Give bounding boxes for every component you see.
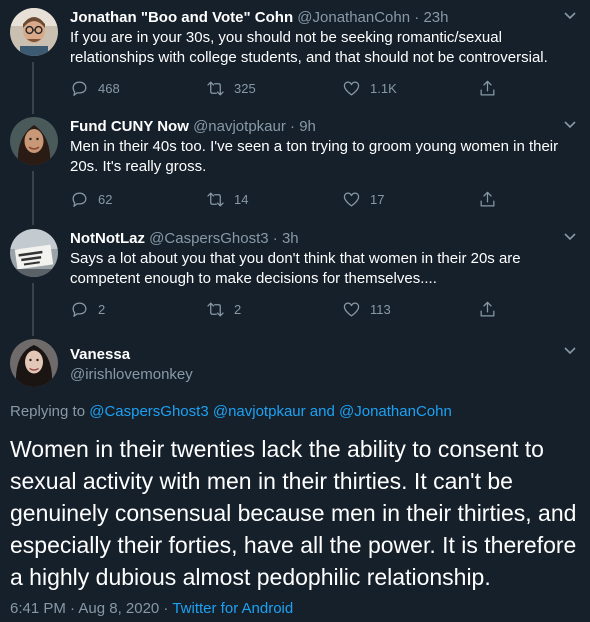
- heart-icon: [343, 192, 360, 206]
- avatar[interactable]: [10, 339, 58, 387]
- user-handle[interactable]: @irishlovemonkey: [70, 365, 193, 385]
- thread-connector: [32, 62, 34, 114]
- tweet-body: NotNotLaz @CaspersGhost3 · 3h Says a lot…: [70, 229, 575, 289]
- like-button[interactable]: 17: [342, 190, 478, 209]
- like-count: 113: [370, 301, 391, 317]
- retweet-count: 325: [234, 80, 256, 96]
- reply-count: 62: [98, 191, 113, 207]
- user-handle[interactable]: @JonathanCohn: [297, 9, 410, 26]
- share-button[interactable]: [478, 190, 506, 209]
- reply-count: 2: [98, 301, 106, 317]
- retweet-count: 2: [234, 301, 242, 317]
- share-icon: [480, 301, 495, 316]
- avatar[interactable]: [10, 229, 58, 277]
- retweet-icon: [207, 81, 224, 95]
- tweet-text: Women in their twenties lack the ability…: [10, 436, 577, 590]
- reply-icon: [72, 302, 87, 317]
- tweet-header: Fund CUNY Now @navjotpkaur · 9h: [70, 117, 575, 137]
- chevron-down-icon[interactable]: [560, 115, 580, 135]
- tweet-body: Fund CUNY Now @navjotpkaur · 9h Men in t…: [70, 117, 575, 177]
- thread-connector: [32, 171, 34, 225]
- retweet-count: 14: [234, 191, 249, 207]
- chevron-down-icon[interactable]: [560, 6, 580, 26]
- dot-separator: ·: [272, 230, 278, 247]
- chevron-down-icon[interactable]: [560, 341, 580, 361]
- retweet-button[interactable]: 14: [206, 190, 342, 209]
- display-name[interactable]: Vanessa: [70, 345, 130, 365]
- source-link[interactable]: Twitter for Android: [172, 600, 293, 617]
- share-button[interactable]: [478, 79, 506, 98]
- tweet-time[interactable]: 23h: [423, 9, 448, 26]
- chevron-down-icon[interactable]: [560, 227, 580, 247]
- display-name[interactable]: NotNotLaz: [70, 230, 145, 247]
- replying-label: Replying to: [10, 403, 86, 420]
- like-count: 1.1K: [370, 80, 397, 96]
- tweet-text: If you are in your 30s, you should not b…: [70, 29, 548, 66]
- heart-icon: [343, 81, 360, 95]
- share-button[interactable]: [478, 300, 506, 319]
- share-icon: [480, 80, 495, 95]
- timestamp[interactable]: 6:41 PM · Aug 8, 2020 ·: [10, 600, 168, 617]
- like-count: 17: [370, 191, 385, 207]
- tweet-actions: 468 325 1.1K: [70, 78, 510, 98]
- retweet-button[interactable]: 325: [206, 79, 342, 98]
- display-name[interactable]: Jonathan "Boo and Vote" Cohn: [70, 9, 293, 26]
- dot-separator: ·: [414, 9, 420, 26]
- tweet-thread: Jonathan "Boo and Vote" Cohn @JonathanCo…: [0, 0, 590, 622]
- heart-icon: [343, 302, 360, 316]
- replying-to: Replying to @CaspersGhost3 @navjotpkaur …: [10, 402, 452, 422]
- tweet-text: Says a lot about you that you don't thin…: [70, 250, 521, 287]
- tweet-actions: 2 2 113: [70, 299, 510, 319]
- reply-button[interactable]: 2: [70, 300, 206, 319]
- tweet-header: NotNotLaz @CaspersGhost3 · 3h: [70, 229, 575, 249]
- reply-icon: [72, 81, 87, 96]
- user-handle[interactable]: @CaspersGhost3: [149, 230, 268, 247]
- tweet-time[interactable]: 9h: [299, 118, 316, 135]
- tweet-header: Jonathan "Boo and Vote" Cohn @JonathanCo…: [70, 8, 575, 28]
- like-button[interactable]: 1.1K: [342, 79, 478, 98]
- mention-link[interactable]: @JonathanCohn: [339, 403, 452, 420]
- tweet-text: Men in their 40s too. I've seen a ton tr…: [70, 138, 559, 175]
- reply-button[interactable]: 62: [70, 190, 206, 209]
- display-name[interactable]: Fund CUNY Now: [70, 118, 189, 135]
- dot-separator: ·: [290, 118, 296, 135]
- retweet-icon: [207, 302, 224, 316]
- retweet-icon: [207, 192, 224, 206]
- share-icon: [480, 191, 495, 206]
- tweet-body: Jonathan "Boo and Vote" Cohn @JonathanCo…: [70, 8, 575, 68]
- tweet-time[interactable]: 3h: [282, 230, 299, 247]
- avatar[interactable]: [10, 117, 58, 165]
- mention-and: and: [309, 403, 335, 420]
- reply-icon: [72, 192, 87, 207]
- avatar[interactable]: [10, 8, 58, 56]
- mention-link[interactable]: @CaspersGhost3: [89, 403, 208, 420]
- mention-link[interactable]: @navjotpkaur: [213, 403, 306, 420]
- tweet-meta: 6:41 PM · Aug 8, 2020 · Twitter for Andr…: [10, 599, 293, 619]
- thread-connector: [32, 283, 34, 336]
- retweet-button[interactable]: 2: [206, 300, 342, 319]
- reply-count: 468: [98, 80, 120, 96]
- tweet-actions: 62 14 17: [70, 189, 510, 209]
- reply-button[interactable]: 468: [70, 79, 206, 98]
- like-button[interactable]: 113: [342, 300, 478, 319]
- user-handle[interactable]: @navjotpkaur: [193, 118, 286, 135]
